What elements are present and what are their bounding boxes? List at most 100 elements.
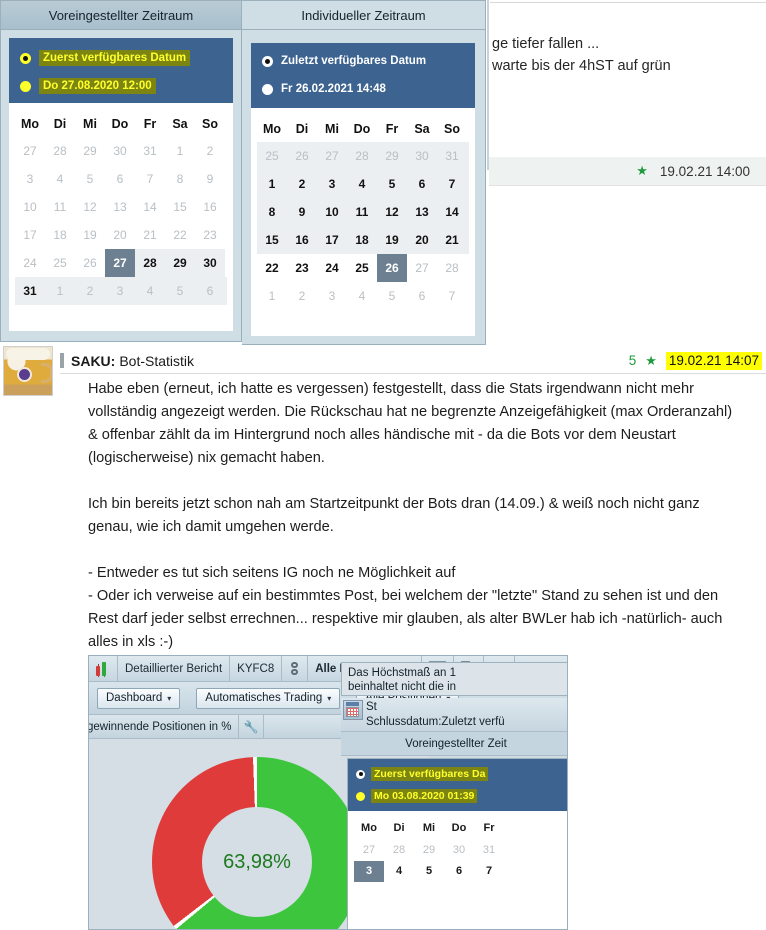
auto-trading-dropdown[interactable]: Automatisches Trading ▾: [196, 687, 341, 709]
day-cell[interactable]: 5: [414, 861, 444, 882]
day-cell[interactable]: 6: [195, 277, 225, 305]
day-cell[interactable]: 4: [135, 277, 165, 305]
day-cell[interactable]: 28: [384, 840, 414, 861]
day-cell[interactable]: 16: [195, 193, 225, 221]
day-cell[interactable]: 18: [347, 226, 377, 254]
radio-icon[interactable]: [262, 83, 273, 95]
day-cell[interactable]: 8: [165, 165, 195, 193]
calendar-start[interactable]: Zuerst verfügbares Datum Do 27.08.2020 1…: [9, 38, 233, 331]
day-cell[interactable]: 12: [377, 198, 407, 226]
day-cell[interactable]: 15: [165, 193, 195, 221]
day-cell[interactable]: 14: [135, 193, 165, 221]
day-cell[interactable]: 24: [15, 249, 45, 277]
day-cell[interactable]: 21: [437, 226, 467, 254]
day-cell[interactable]: 11: [45, 193, 75, 221]
star-icon[interactable]: ★: [645, 353, 657, 369]
day-cell[interactable]: 20: [105, 221, 135, 249]
day-cell[interactable]: 22: [257, 254, 287, 282]
day-cell[interactable]: 5: [75, 165, 105, 193]
day-cell[interactable]: 25: [257, 142, 287, 170]
day-cell[interactable]: 8: [257, 198, 287, 226]
day-cell[interactable]: 4: [45, 165, 75, 193]
day-cell[interactable]: 19: [75, 221, 105, 249]
day-cell[interactable]: 25: [45, 249, 75, 277]
day-cell[interactable]: 31: [474, 840, 504, 861]
day-cell[interactable]: 4: [384, 861, 414, 882]
day-cell[interactable]: 29: [377, 142, 407, 170]
day-cell[interactable]: 7: [135, 165, 165, 193]
day-cell[interactable]: 13: [105, 193, 135, 221]
day-cell[interactable]: 6: [407, 282, 437, 310]
day-cell[interactable]: 7: [474, 861, 504, 882]
day-cell[interactable]: 5: [165, 277, 195, 305]
candlestick-icon[interactable]: [89, 656, 118, 682]
day-cell[interactable]: 29: [414, 840, 444, 861]
day-cell-selected[interactable]: 26: [377, 254, 407, 282]
avatar[interactable]: [3, 346, 53, 396]
day-cell[interactable]: 26: [287, 142, 317, 170]
day-cell-selected[interactable]: 27: [105, 249, 135, 277]
day-cell[interactable]: 4: [347, 170, 377, 198]
day-cell[interactable]: 6: [444, 861, 474, 882]
day-cell[interactable]: 7: [437, 282, 467, 310]
day-cell[interactable]: 2: [195, 137, 225, 165]
day-cell[interactable]: 30: [105, 137, 135, 165]
day-cell[interactable]: 17: [317, 226, 347, 254]
day-cell[interactable]: 23: [287, 254, 317, 282]
option-first-available-date[interactable]: Zuerst verfügbares Datum: [20, 50, 191, 66]
day-cell[interactable]: 31: [15, 277, 45, 305]
day-cell[interactable]: 12: [75, 193, 105, 221]
day-cell[interactable]: 27: [407, 254, 437, 282]
calendar-icon[interactable]: [343, 700, 363, 720]
dashboard-dropdown[interactable]: Dashboard ▾: [97, 687, 181, 709]
radio-icon[interactable]: [356, 791, 365, 801]
post-subject[interactable]: Bot-Statistik: [119, 353, 194, 369]
day-cell[interactable]: 3: [317, 282, 347, 310]
day-cell[interactable]: 7: [437, 170, 467, 198]
day-cell[interactable]: 10: [317, 198, 347, 226]
day-cell[interactable]: 4: [347, 282, 377, 310]
day-cell[interactable]: 29: [165, 249, 195, 277]
day-cell[interactable]: 30: [444, 840, 474, 861]
day-cell[interactable]: 13: [407, 198, 437, 226]
day-cell[interactable]: 1: [257, 170, 287, 198]
day-cell[interactable]: 15: [257, 226, 287, 254]
day-cell[interactable]: 9: [195, 165, 225, 193]
day-cell[interactable]: 27: [15, 137, 45, 165]
day-cell[interactable]: 25: [347, 254, 377, 282]
day-cell[interactable]: 10: [15, 193, 45, 221]
day-cell[interactable]: 28: [437, 254, 467, 282]
day-cell[interactable]: 17: [15, 221, 45, 249]
day-cell[interactable]: 27: [317, 142, 347, 170]
day-cell[interactable]: 19: [377, 226, 407, 254]
day-cell[interactable]: 28: [347, 142, 377, 170]
inner-option-custom-date[interactable]: Mo 03.08.2020 01:39: [356, 789, 478, 803]
day-cell[interactable]: 21: [135, 221, 165, 249]
day-cell[interactable]: 3: [105, 277, 135, 305]
day-cell[interactable]: 26: [75, 249, 105, 277]
detailed-report-button[interactable]: Detaillierter Bericht: [118, 656, 231, 682]
day-cell[interactable]: 14: [437, 198, 467, 226]
inner-option-first-available[interactable]: Zuerst verfügbares Da: [356, 767, 489, 781]
day-cell[interactable]: 30: [407, 142, 437, 170]
day-cell[interactable]: 27: [354, 840, 384, 861]
option-end-date[interactable]: Fr 26.02.2021 14:48: [262, 83, 386, 95]
day-cell[interactable]: 2: [287, 282, 317, 310]
day-cell-selected[interactable]: 3: [354, 861, 384, 882]
option-last-available-date[interactable]: Zuletzt verfügbares Datum: [262, 55, 426, 67]
day-cell[interactable]: 18: [45, 221, 75, 249]
day-cell[interactable]: 30: [195, 249, 225, 277]
inner-tab-preset-period[interactable]: Voreingestellter Zeit: [341, 732, 567, 756]
day-cell[interactable]: 1: [45, 277, 75, 305]
day-cell[interactable]: 31: [135, 137, 165, 165]
radio-icon[interactable]: [20, 52, 31, 64]
day-cell[interactable]: 1: [257, 282, 287, 310]
day-cell[interactable]: 5: [377, 282, 407, 310]
day-cell[interactable]: 28: [135, 249, 165, 277]
calendar-end[interactable]: Zuletzt verfügbares Datum Fr 26.02.2021 …: [251, 43, 475, 336]
inner-calendar[interactable]: Zuerst verfügbares Da Mo 03.08.2020 01:3…: [347, 758, 567, 929]
radio-icon[interactable]: [262, 55, 273, 67]
day-cell[interactable]: 2: [75, 277, 105, 305]
day-cell[interactable]: 5: [377, 170, 407, 198]
post-reply-count[interactable]: 5: [629, 353, 637, 368]
